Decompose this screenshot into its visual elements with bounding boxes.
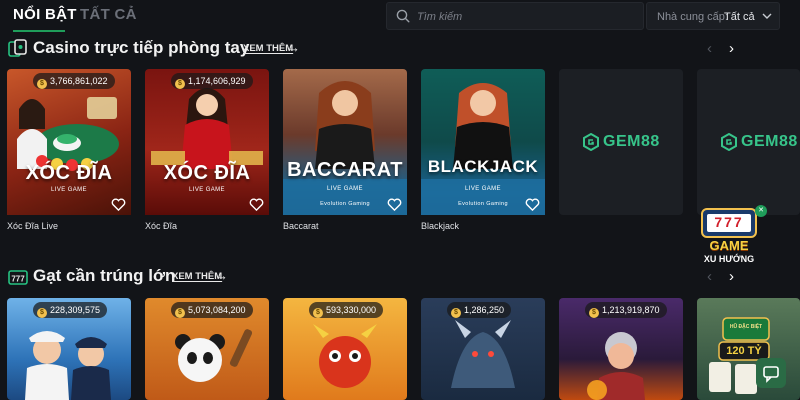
coin-icon: $	[37, 308, 47, 318]
chevron-down-icon	[762, 13, 772, 19]
jackpot-badge: $593,330,000	[309, 302, 384, 318]
game-card-blackjack[interactable]: BLACKJACK LIVE GAME Evolution Gaming Bla…	[421, 69, 545, 235]
promo-title: GAME	[709, 238, 749, 253]
game-thumbnail: $593,330,000	[283, 298, 407, 400]
close-icon[interactable]: ✕	[755, 205, 767, 217]
coin-icon: $	[451, 308, 461, 318]
dealer-illustration	[151, 88, 263, 169]
section-title: Gạt cần trúng lớn	[33, 266, 176, 285]
game-thumbnail: BLACKJACK LIVE GAME Evolution Gaming	[421, 69, 545, 215]
game-art-subtitle: LIVE GAME	[189, 187, 225, 193]
section-header-slots: 777 Gạt cần trúng lớn XEM THÊM → ‹ ›	[0, 265, 800, 291]
provider-select[interactable]: Nhà cung cấp: Tất cả	[646, 2, 780, 30]
special-jackpot-label: HŨ ĐẶC BIỆT	[729, 324, 763, 330]
carousel-prev-button[interactable]: ‹	[707, 40, 712, 57]
favorite-heart-icon[interactable]	[249, 198, 264, 211]
game-thumbnail: $228,309,575	[7, 298, 131, 400]
game-art-title: XÓC ĐĨA	[25, 162, 113, 184]
favorite-heart-icon[interactable]	[111, 198, 126, 211]
slot-card[interactable]: $228,309,575	[7, 298, 131, 400]
live-casino-icon	[8, 39, 27, 57]
special-jackpot-value: 120 TỶ	[726, 345, 762, 357]
slot-reels: 777	[714, 214, 744, 230]
dealer-illustration	[421, 83, 545, 215]
gem88-logo-text: GEM88	[603, 133, 660, 150]
carousel-prev-button[interactable]: ‹	[707, 268, 712, 285]
jackpot-badge: $228,309,575	[33, 302, 108, 318]
game-art-title: BACCARAT	[287, 159, 403, 181]
game-thumbnail: BACCARAT LIVE GAME Evolution Gaming	[283, 69, 407, 215]
tab-all[interactable]: TẤT CẢ	[80, 6, 137, 23]
live-chat-button[interactable]	[756, 358, 786, 388]
dealer-illustration	[283, 81, 407, 215]
game-name: Blackjack	[421, 221, 460, 231]
gem88-logo-icon	[583, 133, 599, 151]
game-card-xoc-dia-live[interactable]: $3,766,861,022 XÓC ĐĨA LIVE GAME Xóc Đĩa…	[7, 69, 131, 235]
coin-icon: $	[313, 308, 323, 318]
game-thumbnail: $5,073,084,200	[145, 298, 269, 400]
slot-card[interactable]: $593,330,000	[283, 298, 407, 400]
jackpot-badge: $1,286,250	[447, 302, 512, 318]
game-card-gem88-placeholder[interactable]: GEM88	[697, 69, 800, 215]
game-thumbnail: $1,286,250	[421, 298, 545, 400]
dealer-illustration	[17, 97, 119, 171]
svg-text:777: 777	[11, 275, 25, 284]
gem88-logo-text: GEM88	[741, 133, 798, 150]
arrow-right-icon: →	[215, 268, 228, 283]
jackpot-badge: $3,766,861,022	[33, 73, 115, 89]
slot-card[interactable]: $1,286,250	[421, 298, 545, 400]
jackpot-badge: $5,073,084,200	[171, 302, 253, 318]
jackpot-badge: $1,213,919,870	[585, 302, 667, 318]
provider-label: Nhà cung cấp:	[657, 11, 728, 23]
favorite-heart-icon[interactable]	[525, 198, 540, 211]
game-name: Xóc Đĩa Live	[7, 221, 59, 231]
search-input[interactable]	[417, 8, 627, 26]
chat-icon	[763, 366, 779, 383]
game-thumbnail: $1,213,919,870	[559, 298, 683, 400]
game-art-title: BLACKJACK	[427, 157, 539, 176]
game-name: Baccarat	[283, 221, 319, 231]
carousel-next-button[interactable]: ›	[729, 268, 734, 285]
coin-icon: $	[175, 308, 185, 318]
game-thumbnail: $3,766,861,022 XÓC ĐĨA LIVE GAME	[7, 69, 131, 215]
section-header-live-casino: Casino trực tiếp phòng tay XEM THÊM → ‹ …	[0, 37, 800, 63]
slot-card[interactable]: $1,213,919,870	[559, 298, 683, 400]
game-card-gem88-placeholder[interactable]: GEM88	[559, 69, 683, 215]
game-art-subtitle: LIVE GAME	[51, 187, 87, 193]
carousel-next-button[interactable]: ›	[729, 40, 734, 57]
promo-subtitle: XU HƯỚNG	[703, 254, 755, 264]
game-art-title: XÓC ĐĨA	[163, 162, 251, 184]
game-art-subtitle: LIVE GAME	[465, 186, 501, 192]
section-title: Casino trực tiếp phòng tay	[33, 38, 250, 57]
slot-card[interactable]: $5,073,084,200	[145, 298, 269, 400]
favorite-heart-icon[interactable]	[387, 198, 402, 211]
game-name: Xóc Đĩa	[145, 221, 178, 231]
game-thumbnail: GEM88	[697, 69, 800, 215]
top-bar: NỔI BẬT TẤT CẢ Nhà cung cấp: Tất cả	[0, 0, 800, 34]
game-thumbnail: $1,174,606,929 XÓC ĐĨA LIVE GAME	[145, 69, 269, 215]
provider-value: Tất cả	[724, 11, 755, 23]
search-icon	[396, 9, 410, 23]
gem88-logo-icon	[721, 133, 737, 151]
game-thumbnail: GEM88	[559, 69, 683, 215]
game-art-subtitle: LIVE GAME	[327, 186, 363, 192]
see-more-link[interactable]: XEM THÊM	[243, 43, 293, 54]
active-tab-indicator	[13, 30, 65, 32]
slot-icon: 777	[8, 270, 28, 285]
coin-icon: $	[175, 79, 185, 89]
jackpot-badge: $1,174,606,929	[171, 73, 253, 89]
coin-icon: $	[589, 308, 599, 318]
arrow-right-icon: →	[287, 40, 300, 55]
search-box[interactable]	[386, 2, 644, 30]
game-card-baccarat[interactable]: BACCARAT LIVE GAME Evolution Gaming Bacc…	[283, 69, 407, 235]
coin-icon: $	[37, 79, 47, 89]
tab-featured[interactable]: NỔI BẬT	[13, 6, 77, 23]
game-card-xoc-dia[interactable]: $1,174,606,929 XÓC ĐĨA LIVE GAME Xóc Đĩa	[145, 69, 269, 235]
